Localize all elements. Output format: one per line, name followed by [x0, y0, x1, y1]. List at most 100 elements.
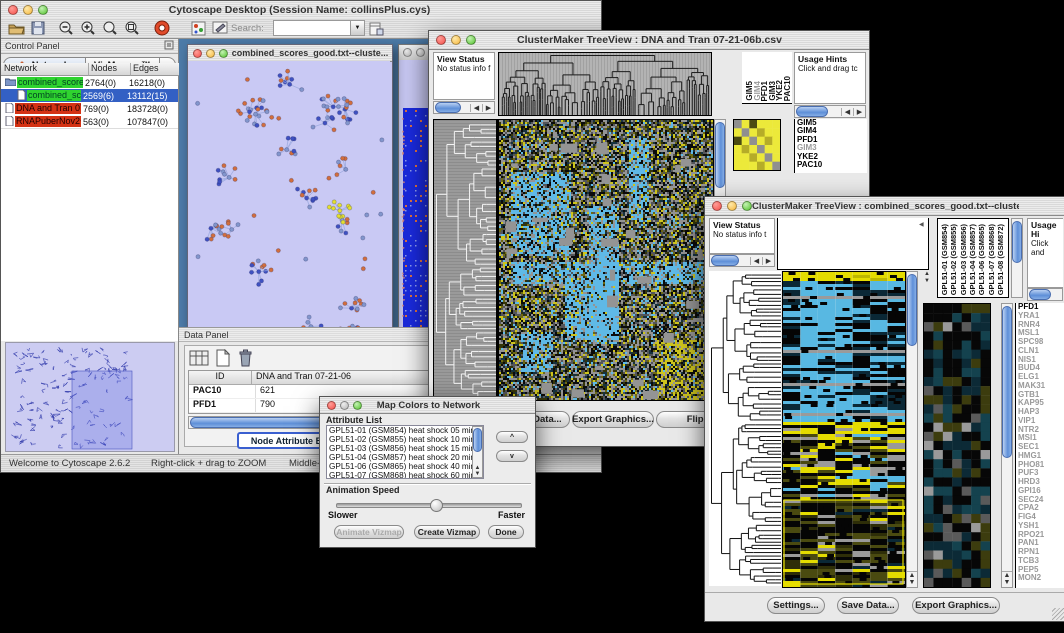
zoom-fit-icon[interactable] [121, 18, 143, 38]
zoom-button[interactable] [219, 49, 228, 58]
vizmapper-icon[interactable] [187, 18, 209, 38]
tv2-column-label[interactable]: GPL51-01 (GSM854) [940, 224, 949, 295]
minimize-button[interactable] [23, 5, 33, 15]
tv1-column-dendrogram[interactable] [498, 52, 712, 116]
move-up-button[interactable]: ^ [496, 431, 528, 443]
move-down-button[interactable]: v [496, 450, 528, 462]
zoom-button[interactable] [742, 201, 752, 211]
minimize-button[interactable] [416, 48, 425, 57]
done-button[interactable]: Done [488, 525, 524, 539]
attribute-list-item[interactable]: GPL51-01 (GSM854) heat shock 05 min [329, 426, 483, 435]
tv2-col-arrow[interactable]: ◀ [919, 221, 924, 228]
tv2-gene-label[interactable]: MON2 [1016, 574, 1064, 583]
col-edges[interactable]: Edges [131, 63, 179, 76]
tv2-save-data-button[interactable]: Save Data... [837, 597, 899, 614]
annotation-icon[interactable] [209, 18, 231, 38]
delete-attribute-icon[interactable] [237, 349, 253, 372]
zoom-out-icon[interactable] [55, 18, 77, 38]
tv1-view-status-hscrollbar[interactable]: ◀▶ [433, 101, 495, 114]
close-button[interactable] [193, 49, 202, 58]
tv2-heatmap-canvas[interactable] [782, 271, 906, 588]
zoom-in-icon[interactable] [77, 18, 99, 38]
tv2-view-status-hscrollbar[interactable]: ◀▶ [709, 254, 775, 267]
col-nodes[interactable]: Nodes [89, 63, 131, 76]
treeview2-titlebar[interactable]: ClusterMaker TreeView : combined_scores_… [705, 197, 1064, 216]
attribute-list-item[interactable]: GPL51-03 (GSM856) heat shock 15 min [329, 444, 483, 453]
network-view-canvas[interactable] [188, 61, 390, 364]
attribute-list-vscrollbar[interactable]: ▲▼ [472, 426, 483, 478]
tv2-genelist-vscrollbar[interactable]: ▲▼ [1001, 303, 1013, 588]
tv2-column-label[interactable]: GPL51-07 (GSM868) [987, 224, 996, 295]
minimize-button[interactable] [340, 401, 349, 410]
tv2-column-label[interactable]: GPL51-08 (GSM872) [996, 224, 1005, 295]
zoom-selected-icon[interactable] [99, 18, 121, 38]
col-network[interactable]: Network [1, 63, 89, 76]
zoom-button[interactable] [38, 5, 48, 15]
tv1-row-dendrogram[interactable] [433, 119, 497, 401]
tv1-export-graphics-button[interactable]: Export Graphics... [572, 411, 654, 428]
zoom-button[interactable] [353, 401, 362, 410]
attribute-list-item[interactable]: GPL51-06 (GSM865) heat shock 40 min [329, 462, 483, 471]
attribute-list-item[interactable]: GPL51-02 (GSM855) heat shock 10 min [329, 435, 483, 444]
minimize-button[interactable] [727, 201, 737, 211]
tv2-column-label[interactable]: GPL51-04 (GSM857) [968, 224, 977, 295]
tv1-mini-matrix[interactable] [733, 119, 781, 171]
network-table-row[interactable]: RNAPuberNov2+|563(0)107847(0) [1, 115, 178, 128]
network-view-window-1[interactable]: combined_scores_good.txt--cluste... [187, 44, 393, 367]
attribute-list-item[interactable]: GPL51-07 (GSM868) heat shock 60 min [329, 471, 483, 479]
dialog-titlebar[interactable]: Map Colors to Network [320, 397, 535, 414]
network-table-row[interactable]: combined_sco2569(6)13112(15) [1, 89, 178, 102]
network-name[interactable]: combined_sco [27, 90, 81, 101]
tv1-column-label[interactable]: PAC10 [783, 76, 792, 101]
animate-vizmap-button[interactable]: Animate Vizmap [334, 525, 404, 539]
tv2-label-arrows[interactable]: ▲▼ [924, 271, 930, 285]
animation-speed-slider[interactable] [336, 499, 520, 509]
tv2-settings-button[interactable]: Settings... [767, 597, 825, 614]
attribute-list-item[interactable]: GPL51-04 (GSM857) heat shock 20 min [329, 453, 483, 462]
tv2-labels-vscrollbar[interactable] [1011, 218, 1023, 298]
create-vizmap-button[interactable]: Create Vizmap [414, 525, 480, 539]
tv1-gene-label[interactable]: PAC10 [795, 161, 867, 169]
attribute-browser-icon[interactable] [365, 18, 387, 38]
search-input[interactable] [273, 20, 351, 36]
save-icon[interactable] [27, 18, 49, 38]
tv2-row-dendrogram[interactable] [709, 271, 781, 586]
zoom-button[interactable] [466, 35, 476, 45]
main-titlebar[interactable]: Cytoscape Desktop (Session Name: collins… [1, 1, 601, 19]
tv2-export-graphics-button[interactable]: Export Graphics... [912, 597, 1000, 614]
close-button[interactable] [403, 48, 412, 57]
close-button[interactable] [436, 35, 446, 45]
minimize-button[interactable] [451, 35, 461, 45]
float-panel-icon[interactable] [164, 37, 174, 55]
treeview1-titlebar[interactable]: ClusterMaker TreeView : DNA and Tran 07-… [429, 31, 869, 50]
minimize-button[interactable] [206, 49, 215, 58]
tv2-column-label[interactable]: GPL51-03 (GSM856) [959, 224, 968, 295]
network-overview-canvas[interactable] [5, 342, 175, 452]
tv1-usage-hscrollbar[interactable]: ◀▶ [794, 105, 866, 118]
network-name[interactable]: RNAPuberNov2+| [15, 116, 81, 127]
table-mode-icon[interactable] [189, 349, 209, 372]
tv2-column-label[interactable]: GPL51-06 (GSM865) [977, 224, 986, 295]
open-file-icon[interactable] [5, 18, 27, 38]
close-button[interactable] [712, 201, 722, 211]
tv1-heatmap-canvas[interactable] [498, 119, 714, 401]
tv2-gene-list[interactable]: PFD1YRA1RNR4MSL1SPC98CLN1NIS1BUD4ELG1MAK… [1015, 303, 1064, 588]
network-table-row[interactable]: combined_scores2764(0)16218(0) [1, 76, 178, 89]
network-name[interactable]: DNA and Tran 07 [15, 103, 81, 114]
attribute-list[interactable]: GPL51-01 (GSM854) heat shock 05 minGPL51… [326, 425, 484, 479]
tv2-heatmap-vscrollbar[interactable]: ▲▼ [906, 271, 918, 588]
tv2-usage-hscrollbar[interactable] [1027, 288, 1063, 301]
new-attribute-icon[interactable] [215, 349, 231, 372]
network-name[interactable]: combined_scores [17, 77, 83, 88]
slider-thumb[interactable] [430, 499, 443, 512]
network-table-row[interactable]: DNA and Tran 07769(0)183728(0) [1, 102, 178, 115]
tv1-gene-list[interactable]: GIM5GIM4PFD1GIM3YKE2PAC10 [794, 119, 867, 173]
data-col-id[interactable]: ID [189, 371, 252, 384]
help-lifering-icon[interactable] [151, 18, 173, 38]
resize-grip[interactable] [1052, 608, 1064, 620]
search-dropdown[interactable]: ▼ [351, 20, 365, 36]
tv2-column-label[interactable]: GPL51-02 (GSM855) [949, 224, 958, 295]
tv2-detail-heatmap[interactable] [923, 303, 991, 588]
close-button[interactable] [327, 401, 336, 410]
close-button[interactable] [8, 5, 18, 15]
